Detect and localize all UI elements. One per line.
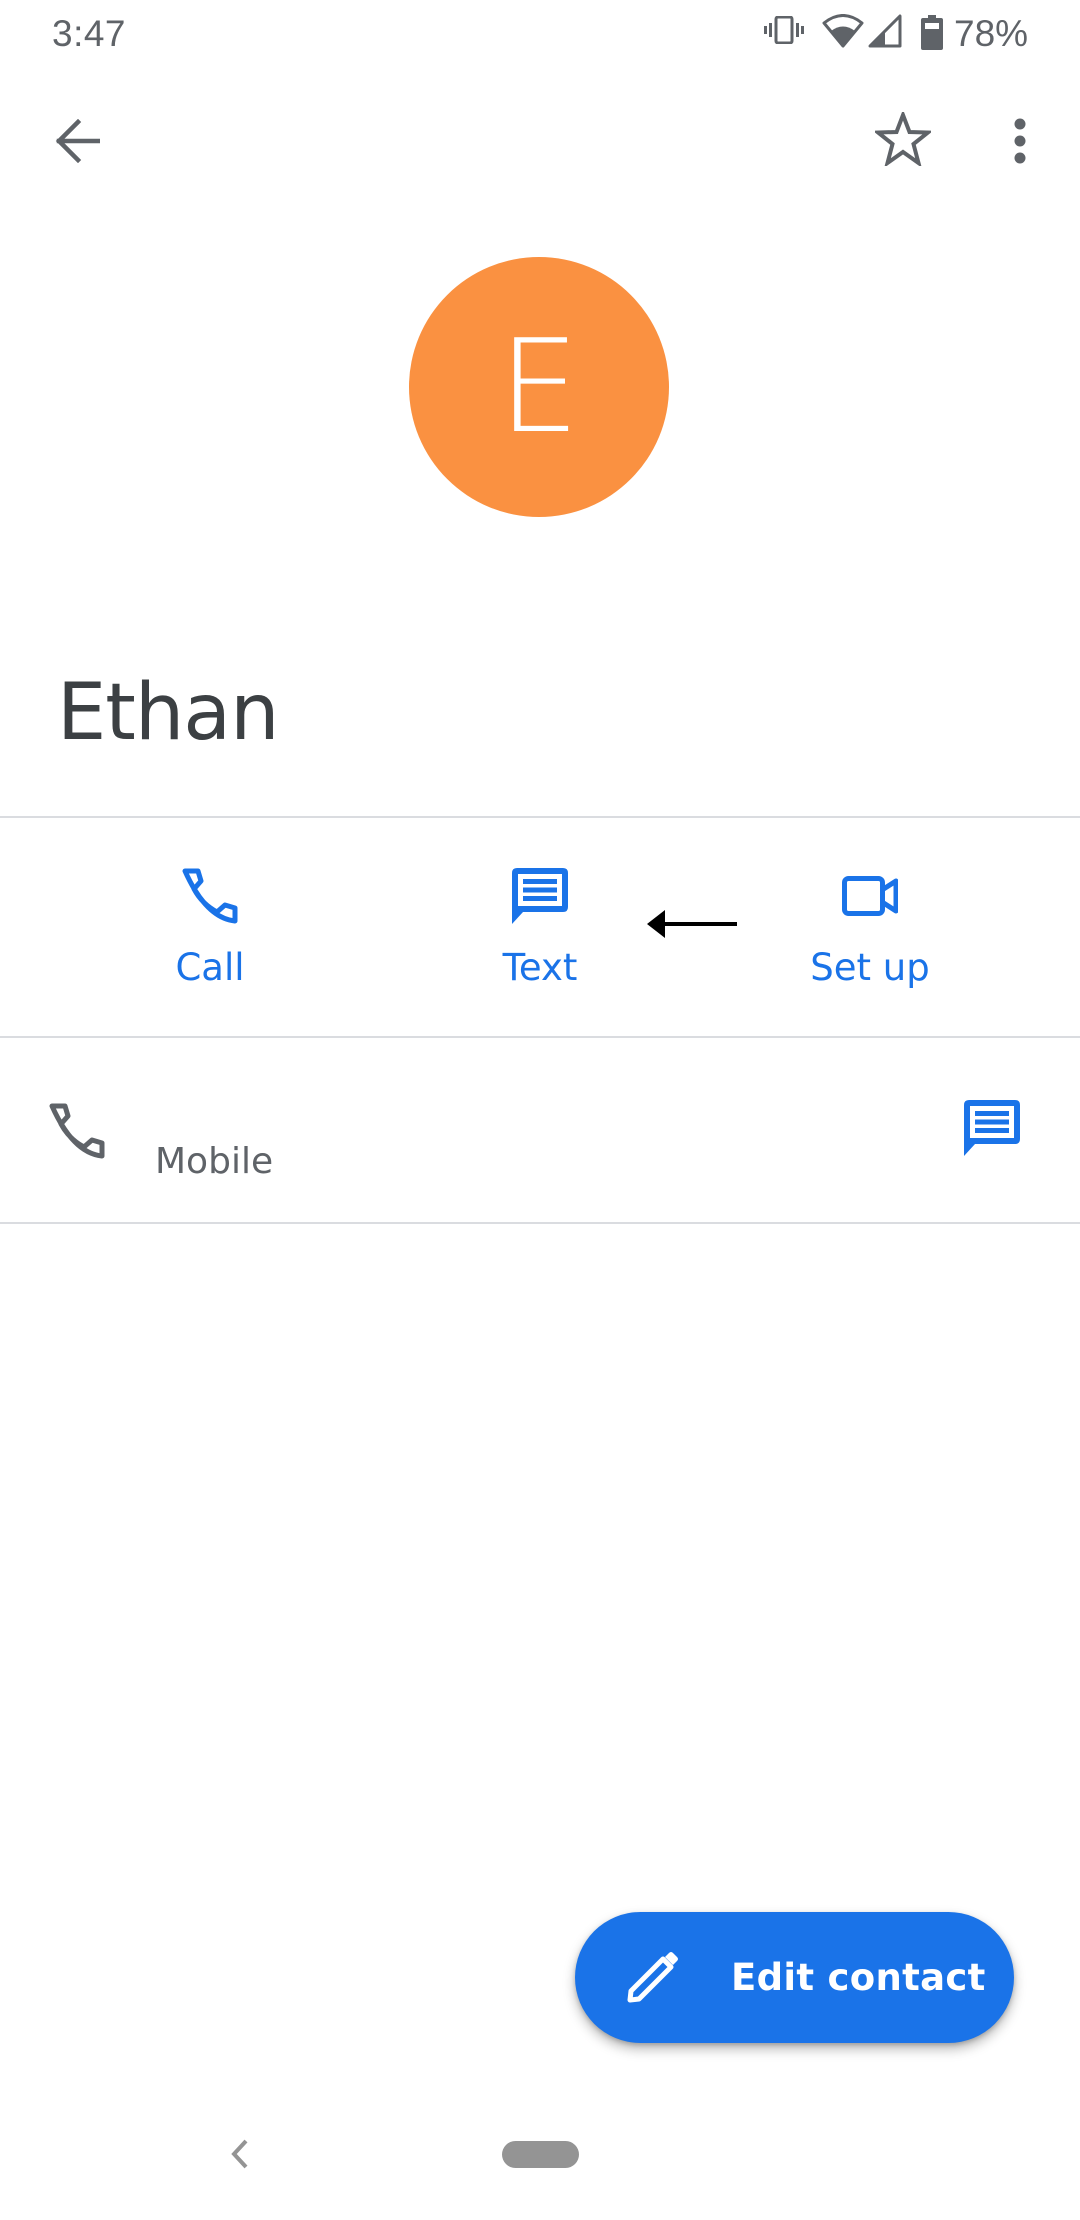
call-action-button[interactable]: Call xyxy=(45,850,375,1025)
videocam-icon xyxy=(842,868,899,924)
left-arrow-annotation xyxy=(645,910,740,938)
cell-signal-icon xyxy=(868,14,902,48)
message-icon xyxy=(964,1099,1020,1161)
nav-back-icon xyxy=(222,2139,256,2178)
setup-label: Set up xyxy=(810,946,930,989)
divider xyxy=(0,1222,1080,1224)
back-button[interactable] xyxy=(37,103,117,183)
call-label: Call xyxy=(175,946,245,989)
battery-percent: 78% xyxy=(954,13,1029,54)
more-options-button[interactable] xyxy=(990,103,1050,183)
send-message-button[interactable] xyxy=(942,1090,1042,1170)
arrow-back-icon xyxy=(54,118,101,168)
phone-icon xyxy=(49,1103,105,1164)
wifi-icon xyxy=(822,14,864,48)
vibrate-icon xyxy=(764,16,804,44)
favorite-button[interactable] xyxy=(863,101,943,181)
home-pill-icon[interactable] xyxy=(502,2141,579,2168)
battery-icon xyxy=(921,15,943,50)
status-time: 3:47 xyxy=(52,13,127,54)
avatar-initial: E xyxy=(498,312,580,462)
edit-contact-button[interactable]: Edit contact xyxy=(575,1912,1014,2043)
phone-type-label: Mobile xyxy=(155,1141,274,1182)
edit-contact-label: Edit contact xyxy=(731,1956,986,1999)
nav-back-button[interactable] xyxy=(222,2134,256,2174)
phone-entry-row[interactable]: Mobile xyxy=(0,1038,1080,1222)
contact-avatar: E xyxy=(409,257,669,517)
contact-name: Ethan xyxy=(57,668,280,758)
pencil-icon xyxy=(625,1948,679,2005)
video-setup-action-button[interactable]: Set up xyxy=(705,850,1035,1025)
star-outline-icon xyxy=(872,108,934,171)
more-vert-icon xyxy=(1014,118,1026,169)
divider xyxy=(0,816,1080,818)
phone-icon xyxy=(182,868,238,924)
message-icon xyxy=(512,868,568,924)
text-label: Text xyxy=(502,946,578,989)
